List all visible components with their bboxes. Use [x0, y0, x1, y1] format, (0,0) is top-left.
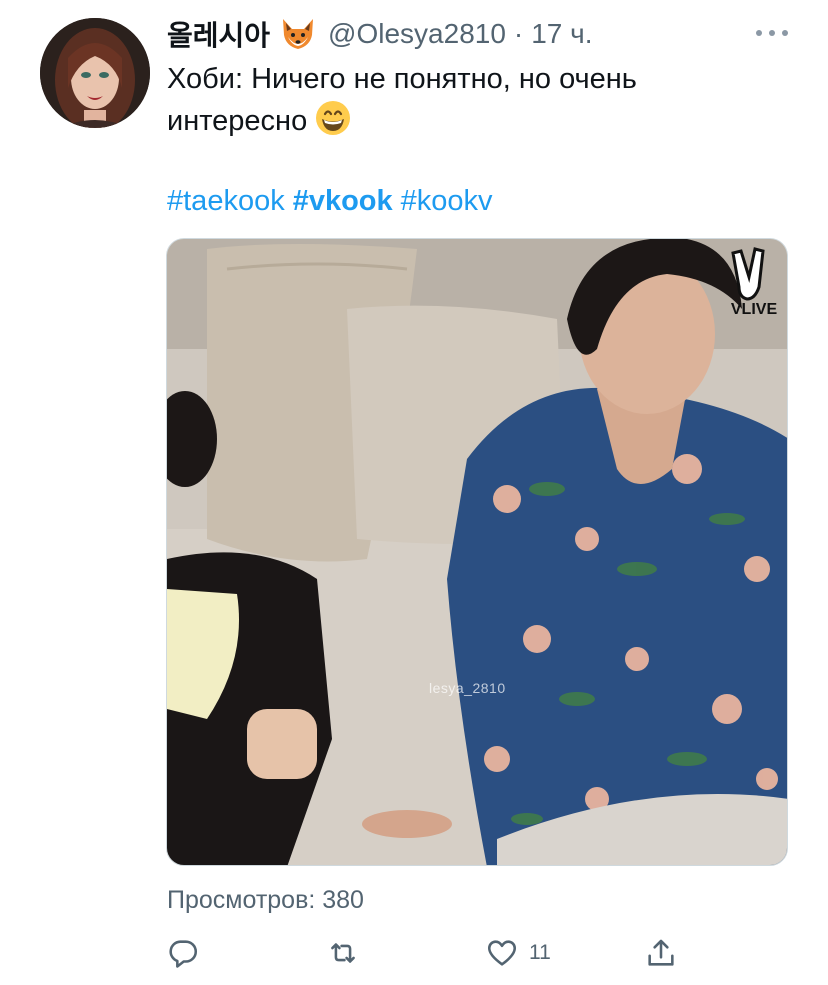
vlive-badge: VLIVE	[725, 247, 783, 319]
action-bar: 11	[0, 930, 828, 976]
retweet-icon	[331, 943, 355, 963]
heart-icon	[487, 940, 517, 966]
display-name[interactable]: 올레시아	[167, 14, 270, 54]
more-options-button[interactable]	[752, 20, 792, 46]
vlive-hand-icon	[731, 247, 765, 301]
user-handle[interactable]: @Olesya2810	[328, 18, 506, 50]
more-dot	[769, 30, 775, 36]
tweet-text-line: интересно	[167, 105, 308, 137]
media-photo	[167, 239, 787, 865]
hashtags: #taekook #vkook #kookv	[167, 180, 501, 222]
tweet-timestamp[interactable]: 17 ч.	[531, 18, 592, 50]
vlive-label: VLIVE	[730, 301, 778, 318]
more-dot	[782, 30, 788, 36]
grinning-face-icon	[315, 100, 351, 136]
like-count: 11	[529, 941, 551, 964]
tweet-header: 올레시아 @Olesya2810 · 17 ч.	[167, 14, 593, 54]
tweet-text-line: Хоби: Ничего не понятно, но очень	[167, 63, 637, 95]
avatar[interactable]	[40, 18, 150, 128]
media-watermark: lesya_2810	[429, 680, 506, 696]
tweet-text: Хоби: Ничего не понятно, но очень интере…	[167, 58, 767, 142]
hashtag-link[interactable]: #vkook	[293, 185, 393, 217]
like-button[interactable]: 11	[485, 930, 551, 976]
share-icon	[648, 939, 674, 966]
avatar-image	[40, 18, 150, 128]
tweet-text-line-2: интересно	[167, 100, 767, 142]
reply-button[interactable]	[166, 930, 210, 976]
retweet-button[interactable]	[326, 930, 370, 976]
tweet-media-image[interactable]: VLIVE lesya_2810	[166, 238, 788, 866]
more-dot	[756, 30, 762, 36]
hashtag-link[interactable]: #taekook	[167, 185, 285, 217]
share-button[interactable]	[644, 930, 688, 976]
separator-dot: ·	[513, 18, 524, 49]
fox-face-icon	[280, 17, 316, 51]
reply-icon	[169, 940, 198, 968]
hashtag-link[interactable]: #kookv	[401, 185, 493, 217]
view-count: Просмотров: 380	[167, 886, 364, 914]
